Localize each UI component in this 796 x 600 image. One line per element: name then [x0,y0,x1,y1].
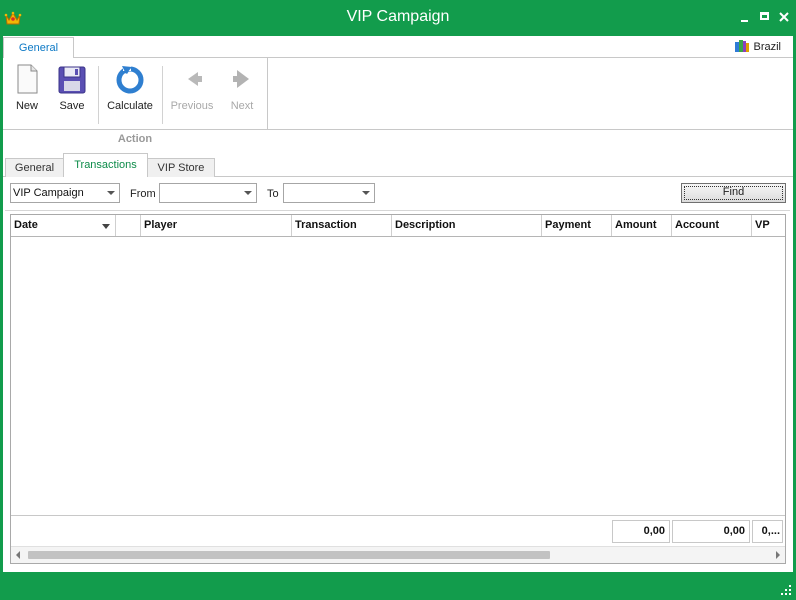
window-title: VIP Campaign [346,8,450,25]
column-header-player[interactable]: Player [141,215,292,236]
new-button[interactable]: New [11,62,43,126]
tab-transactions[interactable]: Transactions [63,153,148,178]
grid-header: Date Player Transaction Description Paym… [11,215,785,237]
total-amount: 0,00 [612,520,670,543]
region-selector[interactable]: Brazil [734,39,781,53]
new-document-icon [17,64,38,94]
column-header-label: Date [14,219,38,231]
calculate-label: Calculate [107,100,153,112]
save-button[interactable]: Save [55,62,89,126]
find-button[interactable]: Find [681,183,786,203]
chevron-down-icon [107,191,115,195]
region-label: Brazil [753,41,781,53]
scroll-left-icon[interactable] [16,551,20,559]
new-label: New [15,100,38,112]
horizontal-scrollbar[interactable] [11,546,785,563]
column-header-blank[interactable] [116,215,141,236]
close-button[interactable] [777,10,791,24]
client-area: General Brazil New Save Calculate Previo… [3,36,793,572]
from-label: From [130,188,156,200]
save-label: Save [59,100,85,112]
maximize-icon [760,12,769,20]
column-header-transaction[interactable]: Transaction [292,215,392,236]
campaign-select[interactable]: VIP Campaign [10,183,120,203]
close-icon [779,12,789,22]
column-header-description[interactable]: Description [392,215,542,236]
next-button[interactable]: Next [227,62,257,126]
to-date-picker[interactable] [283,183,375,203]
minimize-button[interactable] [738,10,752,24]
ribbon-group-divider [267,58,268,130]
chevron-down-icon [244,191,252,195]
ribbon-group-label: Action [117,133,153,145]
tab-general[interactable]: General [5,158,64,178]
calculate-button[interactable]: Calculate [107,62,153,126]
grid-body[interactable] [11,237,785,514]
ribbon-tab-general[interactable]: General [3,37,74,59]
ribbon-tab-strip: General Brazil [3,36,793,59]
resize-grip-icon[interactable] [780,584,792,596]
transactions-grid: Date Player Transaction Description Paym… [10,214,786,564]
column-header-date[interactable]: Date [11,215,116,236]
grid-footer-totals: 0,00 0,00 0,... [11,515,785,546]
refresh-icon [116,65,144,94]
column-header-vp[interactable]: VP [752,215,785,236]
next-label: Next [230,100,254,112]
previous-label: Previous [170,100,214,112]
save-disk-icon [58,66,86,94]
books-icon [735,40,750,52]
from-date-picker[interactable] [159,183,257,203]
title-bar: VIP Campaign [0,0,796,36]
column-header-account[interactable]: Account [672,215,752,236]
scroll-right-icon[interactable] [776,551,780,559]
to-label: To [267,188,279,200]
maximize-button[interactable] [758,10,772,24]
chevron-down-icon [362,191,370,195]
campaign-select-value: VIP Campaign [13,187,84,199]
ribbon-separator [162,66,163,124]
tab-vip-store[interactable]: VIP Store [147,158,215,178]
minimize-icon [741,20,748,22]
arrow-right-icon [233,70,249,88]
ribbon-body: New Save Calculate Previous Next [3,58,793,130]
column-header-amount[interactable]: Amount [612,215,672,236]
content-tab-strip: General Transactions VIP Store [3,153,793,178]
scrollbar-thumb[interactable] [28,551,550,559]
filter-bar: VIP Campaign From To Find [5,177,790,211]
arrow-left-icon [188,72,202,86]
app-window: VIP Campaign General Brazil New Save Cal… [0,0,796,600]
total-account: 0,00 [672,520,750,543]
ribbon-separator [98,66,99,124]
column-header-payment[interactable]: Payment [542,215,612,236]
total-vp: 0,... [752,520,783,543]
sort-down-icon[interactable] [102,224,110,229]
previous-button[interactable]: Previous [169,62,215,126]
